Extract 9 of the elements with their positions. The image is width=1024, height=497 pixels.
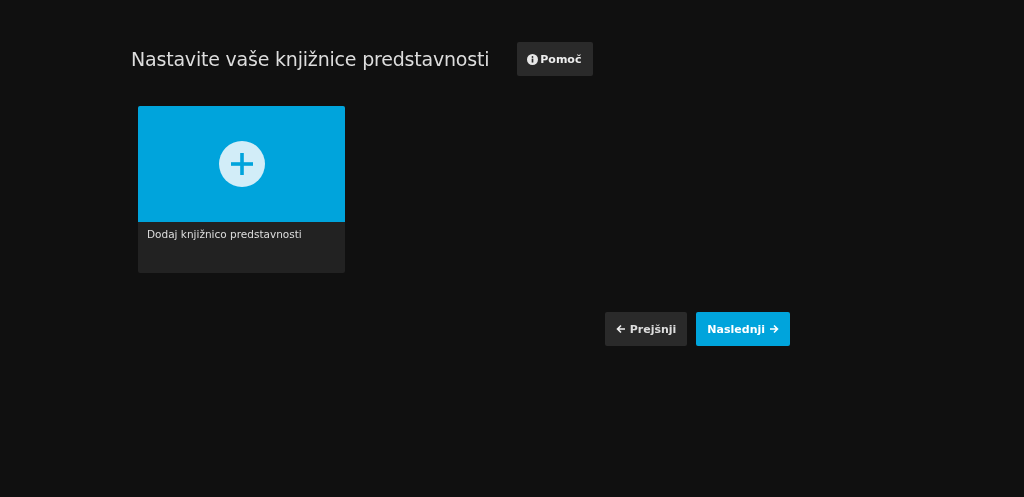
arrow-left-icon (615, 324, 626, 334)
add-library-card[interactable]: Dodaj knjižnico predstavnosti (138, 106, 345, 273)
plus-icon (218, 141, 265, 187)
info-icon (527, 53, 539, 65)
card-label: Dodaj knjižnico predstavnosti (146, 227, 303, 242)
page-title: Nastavite vaše knjižnice predstavnosti (131, 48, 490, 70)
previous-button[interactable]: Prejšnji (604, 312, 688, 346)
arrow-right-icon (769, 324, 779, 334)
help-button[interactable]: Pomoč (517, 42, 594, 76)
